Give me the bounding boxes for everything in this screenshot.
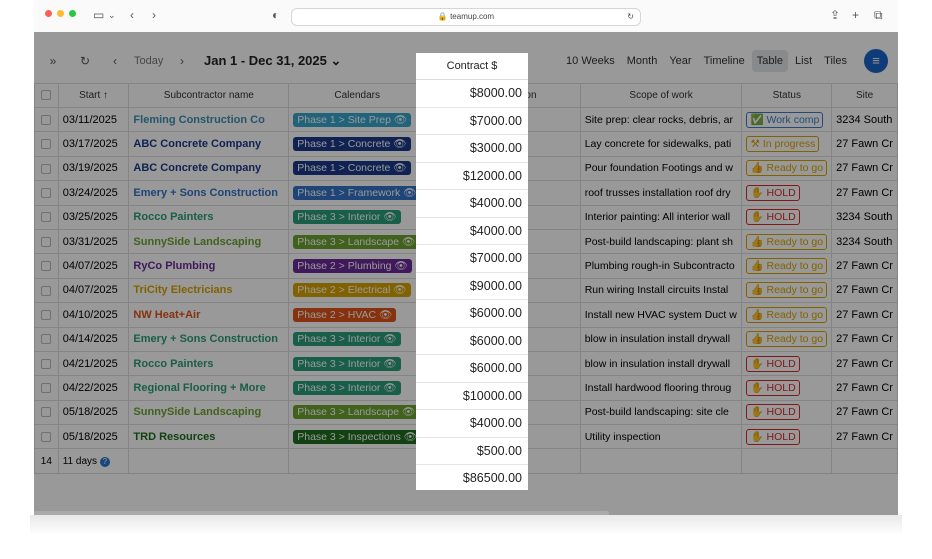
new-tab-icon[interactable]: + bbox=[852, 8, 859, 22]
contract-value: $7000.00 bbox=[416, 108, 528, 135]
browser-window: ▭ ⌄ ‹ › ◐ 🔒 teamup.com ↻ ⇪ + ⧉ » ↻ ‹ Tod… bbox=[34, 0, 898, 518]
back-icon[interactable]: ‹ bbox=[130, 8, 134, 22]
popup-header: Contract $ bbox=[416, 53, 528, 80]
address-bar[interactable]: 🔒 teamup.com ↻ bbox=[291, 8, 641, 26]
window-controls bbox=[45, 10, 76, 17]
forward-icon[interactable]: › bbox=[152, 8, 156, 22]
contract-value: $12000.00 bbox=[416, 163, 528, 190]
contract-value: $6000.00 bbox=[416, 300, 528, 328]
contract-value: $4000.00 bbox=[416, 190, 528, 218]
reload-icon[interactable]: ↻ bbox=[627, 9, 634, 25]
window-shadow bbox=[30, 515, 902, 535]
sidebar-icon[interactable]: ▭ bbox=[93, 8, 104, 22]
contract-value: $10000.00 bbox=[416, 383, 528, 410]
contract-value: $500.00 bbox=[416, 438, 528, 465]
share-icon[interactable]: ⇪ bbox=[830, 8, 840, 22]
url-text: teamup.com bbox=[450, 12, 495, 21]
browser-toolbar: ▭ ⌄ ‹ › ◐ 🔒 teamup.com ↻ ⇪ + ⧉ bbox=[34, 0, 898, 32]
contract-value: $6000.00 bbox=[416, 328, 528, 355]
lock-icon: 🔒 bbox=[437, 12, 448, 21]
contract-value: $4000.00 bbox=[416, 218, 528, 245]
maximize-window-button[interactable] bbox=[69, 10, 76, 17]
contract-value: $6000.00 bbox=[416, 355, 528, 383]
app-viewport: » ↻ ‹ Today › Jan 1 - Dec 31, 2025 ⌄ 10 … bbox=[34, 32, 898, 518]
contract-value: $4000.00 bbox=[416, 410, 528, 438]
contract-column-popup: Contract $ $8000.00 $7000.00 $3000.00 $1200… bbox=[416, 53, 528, 490]
close-window-button[interactable] bbox=[45, 10, 52, 17]
contract-value: $7000.00 bbox=[416, 245, 528, 273]
chevron-down-icon[interactable]: ⌄ bbox=[108, 10, 116, 21]
contract-value: $8000.00 bbox=[416, 80, 528, 108]
shield-icon[interactable]: ◐ bbox=[272, 8, 279, 22]
popup-values: $8000.00 $7000.00 $3000.00 $12000.00 $4000.0… bbox=[416, 80, 528, 465]
minimize-window-button[interactable] bbox=[57, 10, 64, 17]
contract-total: $86500.00 bbox=[462, 471, 522, 485]
tabs-icon[interactable]: ⧉ bbox=[874, 8, 883, 23]
contract-value: $9000.00 bbox=[416, 273, 528, 300]
contract-value: $3000.00 bbox=[416, 135, 528, 163]
